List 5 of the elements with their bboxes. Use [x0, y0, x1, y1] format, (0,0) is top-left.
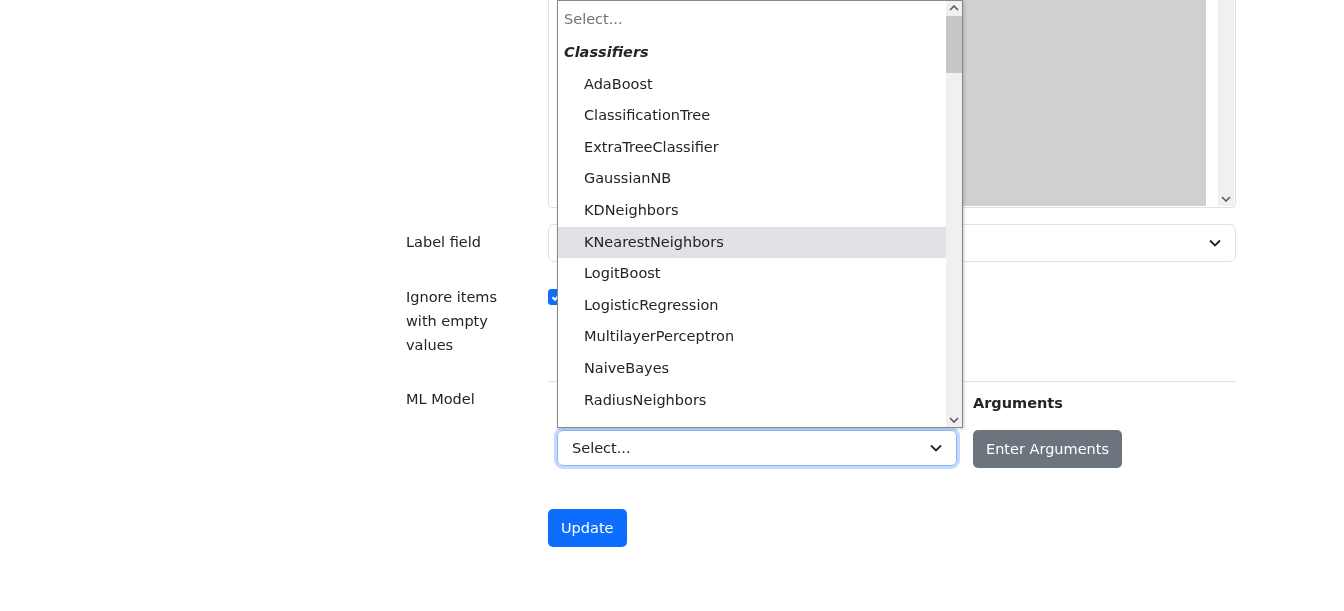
- option-group-label: Classifiers: [563, 43, 650, 62]
- field-label: Ignore items with empty values: [406, 288, 499, 355]
- arguments-heading: Arguments: [973, 394, 1064, 413]
- field-label: Label field: [406, 234, 482, 250]
- field-label: ML Model: [406, 391, 476, 407]
